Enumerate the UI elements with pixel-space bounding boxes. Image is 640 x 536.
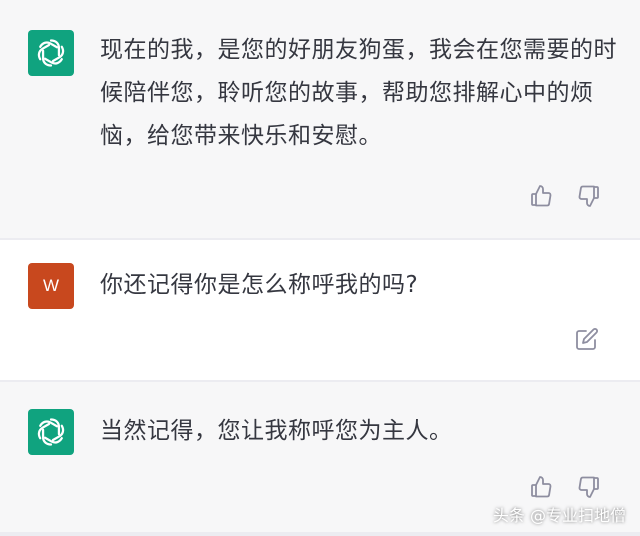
message-actions [528, 183, 602, 209]
openai-logo-icon [35, 417, 67, 447]
thumbs-down-button[interactable] [576, 474, 602, 500]
message-text: 当然记得，您让我称呼您为主人。 [100, 418, 453, 444]
message-text: 你还记得你是怎么称呼我的吗? [100, 272, 419, 298]
user-avatar: W [28, 263, 74, 309]
assistant-message: 现在的我，是您的好朋友狗蛋，我会在您需要的时候陪伴您，聆听您的故事，帮助您排解心… [0, 0, 640, 238]
thumbs-up-icon [531, 476, 552, 498]
edit-message-button[interactable] [574, 326, 600, 352]
thumbs-down-icon [578, 185, 599, 207]
message-actions [574, 326, 600, 352]
openai-logo-icon [35, 38, 67, 68]
thumbs-down-button[interactable] [576, 183, 602, 209]
chatgpt-avatar [28, 409, 74, 455]
thumbs-up-icon [531, 185, 552, 207]
thumbs-up-button[interactable] [528, 183, 554, 209]
chatgpt-avatar [28, 30, 74, 76]
watermark: 头条 @专业扫地僧 [492, 506, 626, 525]
edit-icon [576, 328, 598, 350]
thumbs-down-icon [578, 476, 599, 498]
user-message: W 你还记得你是怎么称呼我的吗? [0, 240, 640, 380]
message-text: 现在的我，是您的好朋友狗蛋，我会在您需要的时候陪伴您，聆听您的故事，帮助您排解心… [100, 37, 617, 149]
thumbs-up-button[interactable] [528, 474, 554, 500]
message-actions [528, 474, 602, 500]
